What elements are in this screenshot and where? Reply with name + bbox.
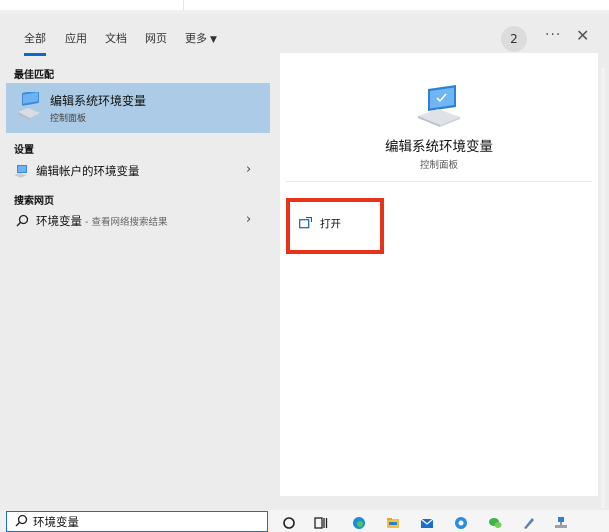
best-match-item[interactable]: 编辑系统环境变量 控制面板 — [6, 83, 270, 133]
red-highlight-box — [286, 198, 384, 254]
tab-apps[interactable]: 应用 — [65, 30, 87, 46]
network-icon[interactable] — [554, 516, 568, 530]
monitor-icon — [14, 165, 27, 178]
settings-item[interactable]: 编辑帐户的环境变量 › — [0, 159, 278, 183]
rewards-badge[interactable]: 2 — [501, 26, 527, 52]
folder-icon[interactable] — [386, 516, 400, 530]
section-settings: 设置 — [14, 145, 34, 156]
best-match-subtitle: 控制面板 — [50, 114, 87, 124]
mail-icon[interactable] — [420, 516, 434, 530]
detail-scrollbar[interactable] — [601, 68, 605, 508]
detail-pane: 编辑系统环境变量 控制面板 打开 — [280, 53, 598, 496]
monitor-icon — [418, 85, 460, 127]
notes-icon[interactable] — [522, 516, 536, 530]
web-search-text: 环境变量 - 查看网络搜索结果 — [36, 213, 167, 229]
best-match-title: 编辑系统环境变量 — [50, 94, 147, 108]
tab-all[interactable]: 全部 — [24, 30, 46, 56]
monitor-icon — [18, 92, 40, 120]
cortana-icon[interactable] — [282, 516, 296, 530]
ellipsis-icon[interactable]: ··· — [545, 27, 561, 43]
results-list: 最佳匹配 编辑系统环境变量 控制面板 设置 编辑帐户的环境变量 › 搜索网页 环… — [0, 60, 278, 510]
tab-documents[interactable]: 文档 — [105, 30, 127, 46]
caret-down-icon: ▼ — [210, 35, 217, 45]
search-icon — [15, 514, 28, 527]
tab-more[interactable]: 更多 ▼ — [185, 30, 217, 46]
chevron-right-icon[interactable]: › — [246, 212, 251, 227]
search-box[interactable]: 环境变量 — [6, 511, 268, 532]
detail-divider — [286, 181, 592, 182]
web-search-query: 环境变量 — [36, 214, 82, 228]
web-search-item[interactable]: 环境变量 - 查看网络搜索结果 › — [0, 209, 278, 233]
chevron-right-icon[interactable]: › — [246, 162, 251, 177]
background-window-strip — [0, 0, 609, 15]
search-icon — [16, 214, 29, 227]
detail-subtitle: 控制面板 — [419, 160, 458, 171]
detail-title: 编辑系统环境变量 — [385, 139, 493, 155]
tab-web[interactable]: 网页 — [145, 30, 167, 46]
close-icon[interactable]: ✕ — [576, 26, 589, 45]
app-circle-icon[interactable] — [454, 516, 468, 530]
background-divider — [183, 0, 184, 10]
taskbar — [270, 510, 609, 532]
wechat-icon[interactable] — [488, 516, 502, 530]
task-view-icon[interactable] — [314, 516, 328, 530]
section-best-match: 最佳匹配 — [14, 70, 54, 81]
section-web: 搜索网页 — [14, 196, 54, 207]
tab-more-label: 更多 — [185, 32, 207, 45]
edge-browser-icon[interactable] — [352, 516, 366, 530]
web-search-suffix: - 查看网络搜索结果 — [82, 217, 168, 228]
search-input[interactable]: 环境变量 — [33, 514, 79, 530]
settings-item-label: 编辑帐户的环境变量 — [36, 164, 140, 178]
